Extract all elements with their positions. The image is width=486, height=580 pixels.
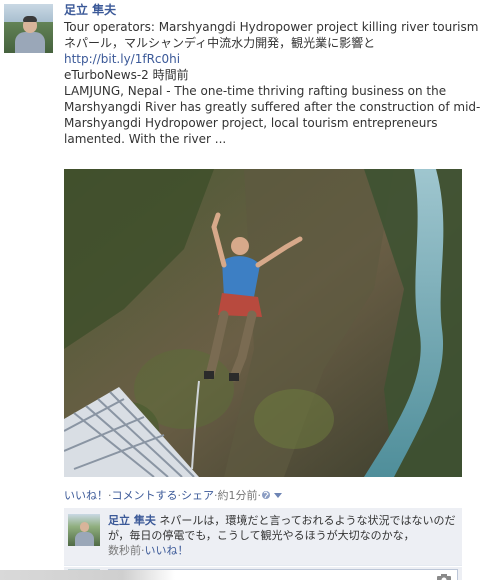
post-title-ja: ネパール，マルシャンディ中流水力開発，観光業に影響と [64,36,376,50]
scroll-overlay [0,570,175,580]
post-actions: いいね！·コメントする·シェア·約1分前· [64,489,283,503]
comment-body: 足立 隼夫 ネパールは，環境だと言っておれるような状況ではないのだが，毎日の停電… [108,513,458,543]
comment-item: 足立 隼夫 ネパールは，環境だと言っておれるような状況ではないのだが，毎日の停電… [64,508,462,566]
camera-icon[interactable] [437,573,451,580]
post-source: eTurboNews-2 時間前 [64,68,189,82]
post-title-en: Tour operators: Marshyangdi Hydropower p… [64,20,479,34]
like-link[interactable]: いいね！ [64,489,108,502]
post-description: LAMJUNG, Nepal - The one-time thriving r… [64,84,481,146]
comment-author[interactable]: 足立 隼夫 [108,514,156,527]
globe-icon[interactable] [261,489,283,502]
share-link[interactable]: シェア [181,489,214,502]
post-timestamp[interactable]: 約1分前 [218,489,258,502]
commenter-avatar[interactable] [68,514,100,546]
photo-illustration [64,169,462,477]
comment-timestamp[interactable]: 数秒前 [108,544,141,557]
comment-text: ネパールは，環境だと言っておれるような状況ではないのだが，毎日の停電でも，こうし… [108,514,456,542]
comment-like-link[interactable]: いいね！ [145,544,189,557]
post-content: 足立 隼夫 Tour operators: Marshyangdi Hydrop… [64,2,484,147]
bungee-jump-photo[interactable] [64,169,462,477]
author-avatar[interactable] [4,4,53,53]
comment-link[interactable]: コメントする [112,489,178,502]
news-feed-post: 足立 隼夫 Tour operators: Marshyangdi Hydrop… [0,0,486,580]
comment-meta: 数秒前·いいね！ [108,543,189,558]
post-author-name[interactable]: 足立 隼夫 [64,2,484,19]
post-link[interactable]: http://bit.ly/1fRc0hi [64,51,484,67]
